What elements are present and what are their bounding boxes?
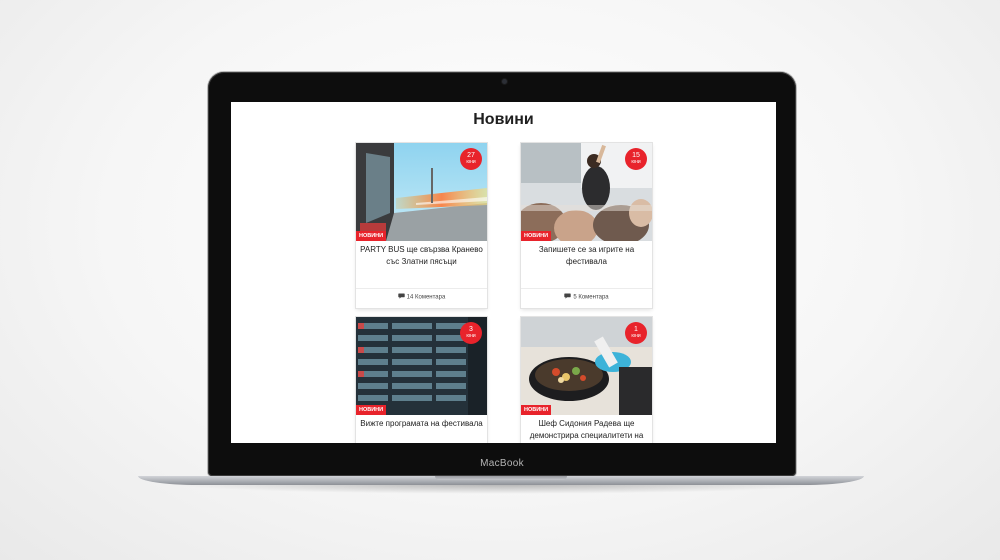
news-title[interactable]: PARTY BUS ще свързва Кранево със Златни … (360, 244, 483, 268)
date-month: юни (631, 159, 641, 165)
news-title[interactable]: Запишете се за игрите на фестивала (525, 244, 648, 268)
date-day: 1 (634, 326, 638, 333)
category-tag[interactable]: НОВИНИ (521, 405, 552, 415)
card-divider (356, 288, 487, 289)
date-badge: 27 юни (460, 148, 482, 170)
laptop-screen: Новини 27 юни НОВИНИ PARTY BUS ще свързв… (231, 102, 776, 443)
category-tag[interactable]: НОВИНИ (356, 231, 387, 241)
comments-label: 14 Коментара (406, 294, 446, 301)
news-card[interactable]: 15 юни НОВИНИ Запишете се за игрите на ф… (521, 143, 652, 308)
date-badge: 1 юни (625, 322, 647, 344)
news-card[interactable]: 3 юни НОВИНИ Вижте програмата на фестива… (356, 317, 487, 443)
laptop-shadow (170, 484, 830, 494)
date-day: 3 (469, 326, 473, 333)
comment-icon (564, 293, 572, 301)
date-day: 27 (467, 152, 475, 159)
card-divider (521, 288, 652, 289)
date-month: юни (631, 333, 641, 339)
date-month: юни (466, 333, 476, 339)
date-badge: 15 юни (625, 148, 647, 170)
category-tag[interactable]: НОВИНИ (521, 231, 552, 241)
date-month: юни (466, 159, 476, 165)
news-card[interactable]: 1 юни НОВИНИ Шеф Сидония Радева ще демон… (521, 317, 652, 443)
comment-icon (397, 293, 405, 301)
news-title[interactable]: Шеф Сидония Радева ще демонстрира специа… (525, 418, 648, 442)
camera-icon (502, 79, 507, 84)
category-tag[interactable]: НОВИНИ (356, 405, 387, 415)
laptop-brand-label: MacBook (480, 458, 524, 469)
date-day: 15 (632, 152, 640, 159)
news-title[interactable]: Вижте програмата на фестивала (360, 418, 483, 430)
news-card[interactable]: 27 юни НОВИНИ PARTY BUS ще свързва Кране… (356, 143, 487, 308)
laptop-notch (435, 476, 567, 480)
comments-count[interactable]: 14 Коментара (356, 293, 487, 301)
comments-label: 5 Коментара (573, 294, 609, 301)
date-badge: 3 юни (460, 322, 482, 344)
comments-count[interactable]: 5 Коментара (521, 293, 652, 301)
page-title: Новини (473, 111, 534, 128)
